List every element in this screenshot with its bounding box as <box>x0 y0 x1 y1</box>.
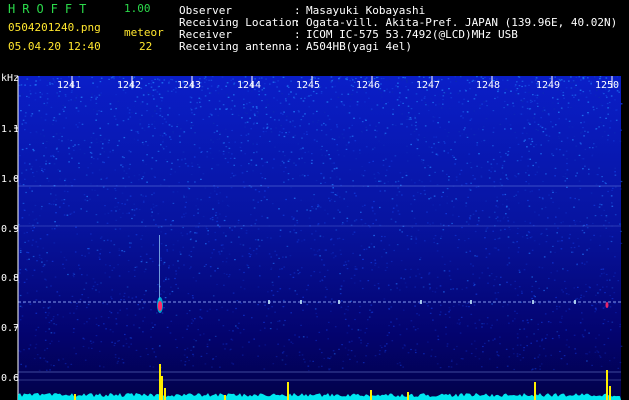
app-title: HROFFT <box>8 2 94 16</box>
event-spike <box>534 382 536 400</box>
location-value: Ogata-vill. Akita-Pref. JAPAN (139.96E, … <box>306 16 618 29</box>
x-tick-label: 1245 <box>296 80 321 91</box>
echo-dot <box>532 300 534 304</box>
file-datetime: 05.04.20 12:40 <box>8 40 101 53</box>
receiver-colon: : <box>294 28 301 41</box>
echo-dot <box>268 300 270 304</box>
observer-value: Masayuki Kobayashi <box>306 4 426 17</box>
spectrogram-canvas <box>14 76 623 400</box>
meteor-label: meteor <box>124 26 164 39</box>
y-tick-label: 0.9 <box>1 224 20 235</box>
receiver-label: Receiver <box>179 28 232 41</box>
x-tick-label: 1247 <box>416 80 441 91</box>
location-colon: : <box>294 16 301 29</box>
file-name: 0504201240.png <box>8 21 101 34</box>
echo-dot <box>338 300 340 304</box>
event-spike <box>370 390 372 400</box>
x-tick-label: 1246 <box>356 80 381 91</box>
event-spike <box>159 364 161 400</box>
echo-dot <box>300 300 302 304</box>
meteor-count: 22 <box>139 40 153 53</box>
event-spike <box>224 395 226 400</box>
y-tick-label: 0.8 <box>1 273 20 284</box>
y-tick-label: 1.1 <box>1 124 20 135</box>
x-tick-label: 1248 <box>476 80 501 91</box>
x-tick-label: 1244 <box>237 80 262 91</box>
antenna-value: A504HB(yagi 4el) <box>306 40 412 53</box>
x-tick-label: 1249 <box>536 80 561 91</box>
x-tick-label: 1243 <box>177 80 202 91</box>
echo-dot <box>420 300 422 304</box>
y-tick-label: 0.7 <box>1 323 20 334</box>
hrofft-window: HROFFT 1.00 0504201240.png 05.04.20 12:4… <box>0 0 629 400</box>
event-spike <box>287 382 289 400</box>
antenna-label: Receiving antenna <box>179 40 292 53</box>
event-spike <box>164 388 166 400</box>
x-tick-label: 1250 <box>595 80 620 91</box>
meteor-echo-head <box>157 301 163 311</box>
event-spike <box>609 386 611 400</box>
event-spike <box>74 394 76 400</box>
antenna-colon: : <box>294 40 301 53</box>
event-spike <box>161 376 163 400</box>
meteor-echo-head <box>605 302 609 308</box>
y-tick-label: 0.6 <box>1 373 20 384</box>
app-version: 1.00 <box>124 2 151 15</box>
receiver-value: ICOM IC-575 53.7492(@LCD)MHz USB <box>306 28 518 41</box>
echo-dot <box>574 300 576 304</box>
echo-dot <box>470 300 472 304</box>
observer-colon: : <box>294 4 301 17</box>
observer-label: Observer <box>179 4 232 17</box>
y-tick-label: 1.0 <box>1 174 20 185</box>
location-label: Receiving Location <box>179 16 299 29</box>
event-spike <box>407 392 409 400</box>
x-tick-label: 1242 <box>117 80 142 91</box>
event-spike <box>606 370 608 400</box>
x-tick-label: 1241 <box>57 80 82 91</box>
y-axis-unit: kHz <box>1 73 20 84</box>
